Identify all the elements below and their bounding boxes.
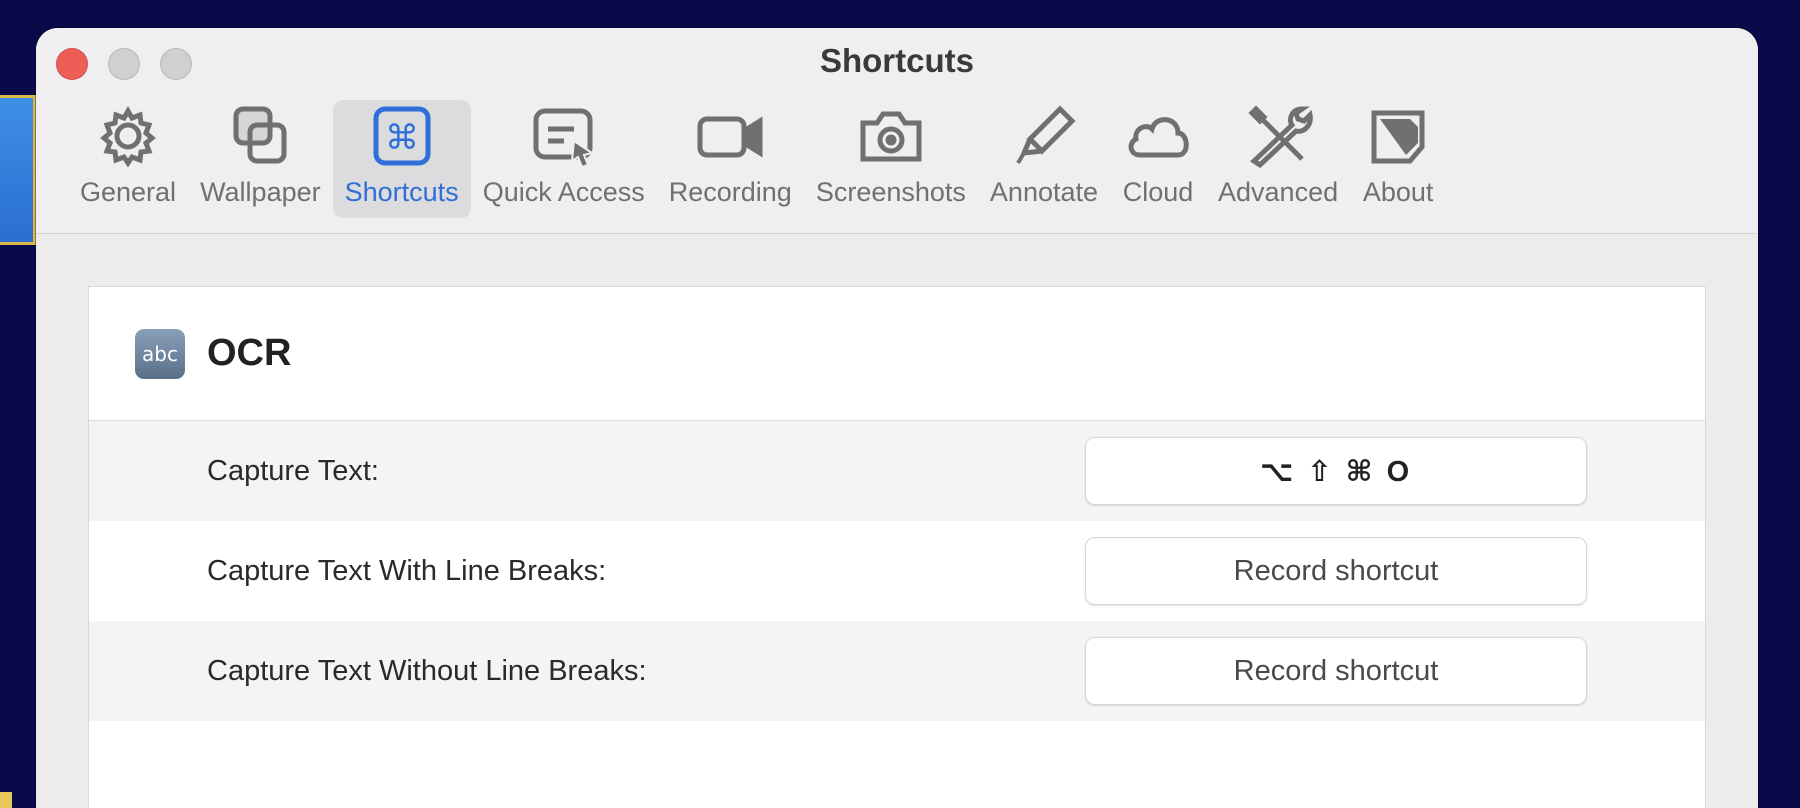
shortcut-row-capture-text-with-line-breaks: Capture Text With Line Breaks: Record sh…	[89, 521, 1705, 621]
about-icon	[1371, 110, 1425, 164]
tab-label: About	[1362, 177, 1434, 207]
background-decoration-yellow	[0, 792, 12, 808]
tools-icon	[1248, 105, 1313, 169]
abc-icon: abc	[135, 328, 185, 379]
tab-cloud[interactable]: Cloud	[1110, 100, 1206, 218]
shortcut-label: Capture Text With Line Breaks:	[207, 554, 607, 587]
shortcut-row-capture-text: Capture Text: ⌥ ⇧ ⌘ O	[89, 421, 1705, 521]
shortcut-label: Capture Text:	[207, 454, 379, 487]
tab-label: Screenshots	[815, 177, 966, 207]
tab-label: Annotate	[989, 177, 1099, 207]
tab-label: General	[80, 177, 177, 207]
titlebar: Shortcuts General Wallpaper ⌘ Shortcuts …	[36, 28, 1758, 234]
tab-advanced[interactable]: Advanced	[1206, 100, 1350, 218]
camera-icon	[860, 111, 922, 162]
highlighter-icon	[1016, 105, 1076, 165]
tab-label: Recording	[668, 177, 792, 207]
tab-quick-access[interactable]: Quick Access	[471, 100, 657, 218]
quick-access-icon	[533, 108, 595, 169]
gear-icon	[100, 105, 156, 168]
section-title: OCR	[207, 332, 292, 374]
shortcut-row-capture-text-without-line-breaks: Capture Text Without Line Breaks: Record…	[89, 621, 1705, 721]
shortcut-label: Capture Text Without Line Breaks:	[207, 654, 647, 687]
tab-label: Shortcuts	[344, 177, 459, 207]
capture-text-without-line-breaks-shortcut-recorder[interactable]: Record shortcut	[1085, 637, 1587, 705]
svg-text:⌘: ⌘	[385, 118, 419, 158]
tab-label: Advanced	[1218, 177, 1339, 207]
shortcuts-panel: abc OCR Capture Text: ⌥ ⇧ ⌘ O Capture Te…	[88, 286, 1706, 808]
cloud-icon	[1128, 117, 1189, 158]
tab-about[interactable]: About	[1350, 100, 1446, 218]
wallpaper-icon	[233, 106, 287, 164]
tab-wallpaper[interactable]: Wallpaper	[188, 100, 333, 218]
tab-screenshots[interactable]: Screenshots	[804, 100, 978, 218]
preferences-window: Shortcuts General Wallpaper ⌘ Shortcuts …	[36, 28, 1758, 808]
tab-annotate[interactable]: Annotate	[978, 100, 1110, 218]
capture-text-shortcut-recorder[interactable]: ⌥ ⇧ ⌘ O	[1085, 437, 1587, 505]
tab-shortcuts[interactable]: ⌘ Shortcuts	[332, 100, 471, 218]
tab-label: Wallpaper	[200, 177, 321, 207]
ocr-section-header: abc OCR	[89, 287, 1705, 421]
video-camera-icon	[697, 116, 763, 158]
tab-general[interactable]: General	[68, 100, 188, 218]
command-icon: ⌘	[373, 106, 431, 166]
preferences-toolbar: General Wallpaper ⌘ Shortcuts Quick Acce…	[68, 100, 1726, 218]
tab-recording[interactable]: Recording	[657, 100, 804, 218]
tab-label: Quick Access	[482, 177, 645, 207]
tab-label: Cloud	[1122, 177, 1194, 207]
window-title: Shortcuts	[819, 42, 974, 79]
capture-text-with-line-breaks-shortcut-recorder[interactable]: Record shortcut	[1085, 537, 1587, 605]
background-decoration	[0, 95, 36, 245]
